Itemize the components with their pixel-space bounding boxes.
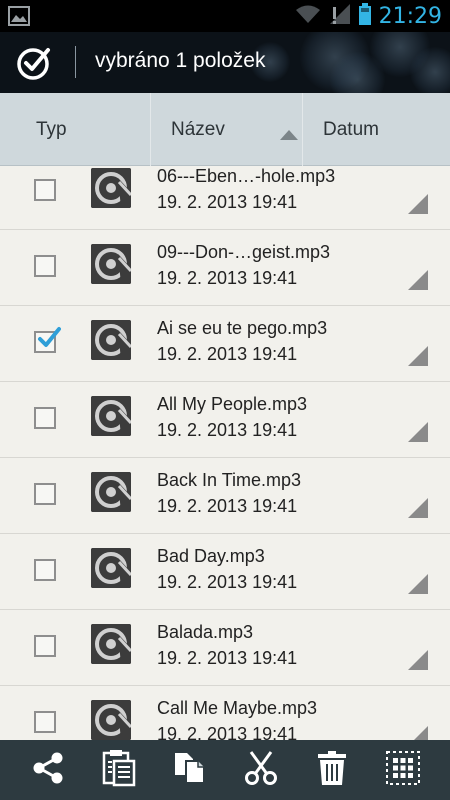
file-checkbox[interactable] (34, 407, 56, 429)
audio-file-icon (91, 168, 131, 208)
action-bar-divider (75, 46, 76, 78)
check-circle-icon[interactable] (15, 44, 53, 87)
corner-triangle-icon (408, 574, 428, 599)
background-bokeh (410, 47, 450, 93)
file-date: 19. 2. 2013 19:41 (157, 420, 298, 440)
file-checkbox[interactable] (34, 483, 56, 505)
select-all-icon (385, 750, 421, 791)
corner-triangle-icon (408, 422, 428, 447)
column-nazev-label: Název (171, 118, 225, 140)
selection-title: vybráno 1 položek (95, 49, 266, 72)
file-row[interactable]: Balada.mp3 19. 2. 2013 19:41 (0, 610, 450, 686)
copy-button[interactable] (170, 750, 210, 790)
file-name: 06---Eben…-hole.mp3 (157, 166, 336, 186)
file-date: 19. 2. 2013 19:41 (157, 648, 298, 668)
file-checkbox[interactable] (34, 635, 56, 657)
status-bar: 21:29 (0, 0, 450, 32)
file-list[interactable]: 06---Eben…-hole.mp3 19. 2. 2013 19:41 09--… (0, 166, 450, 740)
file-date: 19. 2. 2013 19:41 (157, 268, 298, 288)
file-row[interactable]: 09---Don-…geist.mp3 19. 2. 2013 19:41 (0, 230, 450, 306)
signal-icon (329, 3, 351, 30)
file-row[interactable]: Ai se eu te pego.mp3 19. 2. 2013 19:41 (0, 306, 450, 382)
gallery-icon (8, 6, 30, 31)
column-nazev[interactable]: Název (150, 93, 302, 166)
audio-file-icon (91, 244, 131, 284)
file-row[interactable]: 06---Eben…-hole.mp3 19. 2. 2013 19:41 (0, 166, 450, 230)
file-row[interactable]: Call Me Maybe.mp3 19. 2. 2013 19:41 (0, 686, 450, 740)
file-row[interactable]: Back In Time.mp3 19. 2. 2013 19:41 (0, 458, 450, 534)
column-header: Typ Název Datum (0, 93, 450, 166)
audio-file-icon (91, 472, 131, 512)
corner-triangle-icon (408, 650, 428, 675)
paste-button[interactable] (99, 749, 139, 792)
corner-triangle-icon (408, 270, 428, 295)
column-typ-label: Typ (36, 118, 67, 140)
file-date: 19. 2. 2013 19:41 (157, 724, 298, 740)
column-datum-label: Datum (323, 118, 379, 140)
battery-icon (358, 2, 371, 30)
file-name: All My People.mp3 (157, 394, 308, 414)
share-icon (30, 750, 66, 791)
file-name: Ai se eu te pego.mp3 (157, 318, 328, 338)
file-checkbox[interactable] (34, 711, 56, 733)
file-date: 19. 2. 2013 19:41 (157, 192, 298, 212)
clipboard-icon (101, 749, 137, 792)
cut-button[interactable] (241, 750, 281, 790)
delete-button[interactable] (312, 750, 352, 790)
select-all-button[interactable] (383, 750, 423, 790)
file-row[interactable]: Bad Day.mp3 19. 2. 2013 19:41 (0, 534, 450, 610)
corner-triangle-icon (408, 726, 428, 740)
file-date: 19. 2. 2013 19:41 (157, 572, 298, 592)
file-checkbox[interactable] (34, 559, 56, 581)
audio-file-icon (91, 320, 131, 360)
file-date: 19. 2. 2013 19:41 (157, 496, 298, 516)
file-row[interactable]: All My People.mp3 19. 2. 2013 19:41 (0, 382, 450, 458)
audio-file-icon (91, 700, 131, 740)
audio-file-icon (91, 548, 131, 588)
file-name: Balada.mp3 (157, 622, 254, 642)
file-name: 09---Don-…geist.mp3 (157, 242, 331, 262)
file-rows: 06---Eben…-hole.mp3 19. 2. 2013 19:41 09--… (0, 166, 450, 740)
file-name: Back In Time.mp3 (157, 470, 302, 490)
action-bar: vybráno 1 položek (0, 32, 450, 93)
share-button[interactable] (28, 750, 68, 790)
clock: 21:29 (378, 3, 442, 29)
column-datum[interactable]: Datum (302, 93, 450, 166)
sort-ascending-icon (280, 124, 298, 146)
checkmark-icon (37, 326, 61, 355)
copy-icon (172, 750, 208, 791)
audio-file-icon (91, 396, 131, 436)
status-icons: 21:29 (295, 0, 442, 32)
corner-triangle-icon (408, 194, 428, 219)
delete-icon (315, 750, 349, 791)
bottom-toolbar (0, 740, 450, 800)
file-name: Bad Day.mp3 (157, 546, 265, 566)
file-name: Call Me Maybe.mp3 (157, 698, 318, 718)
cut-icon (243, 750, 279, 791)
file-date: 19. 2. 2013 19:41 (157, 344, 298, 364)
corner-triangle-icon (408, 498, 428, 523)
file-checkbox[interactable] (34, 255, 56, 277)
screen: 21:29 vybráno 1 položek Typ Název Datum … (0, 0, 450, 800)
wifi-icon (295, 4, 321, 29)
audio-file-icon (91, 624, 131, 664)
file-checkbox[interactable] (34, 179, 56, 201)
column-typ[interactable]: Typ (0, 93, 150, 166)
corner-triangle-icon (408, 346, 428, 371)
